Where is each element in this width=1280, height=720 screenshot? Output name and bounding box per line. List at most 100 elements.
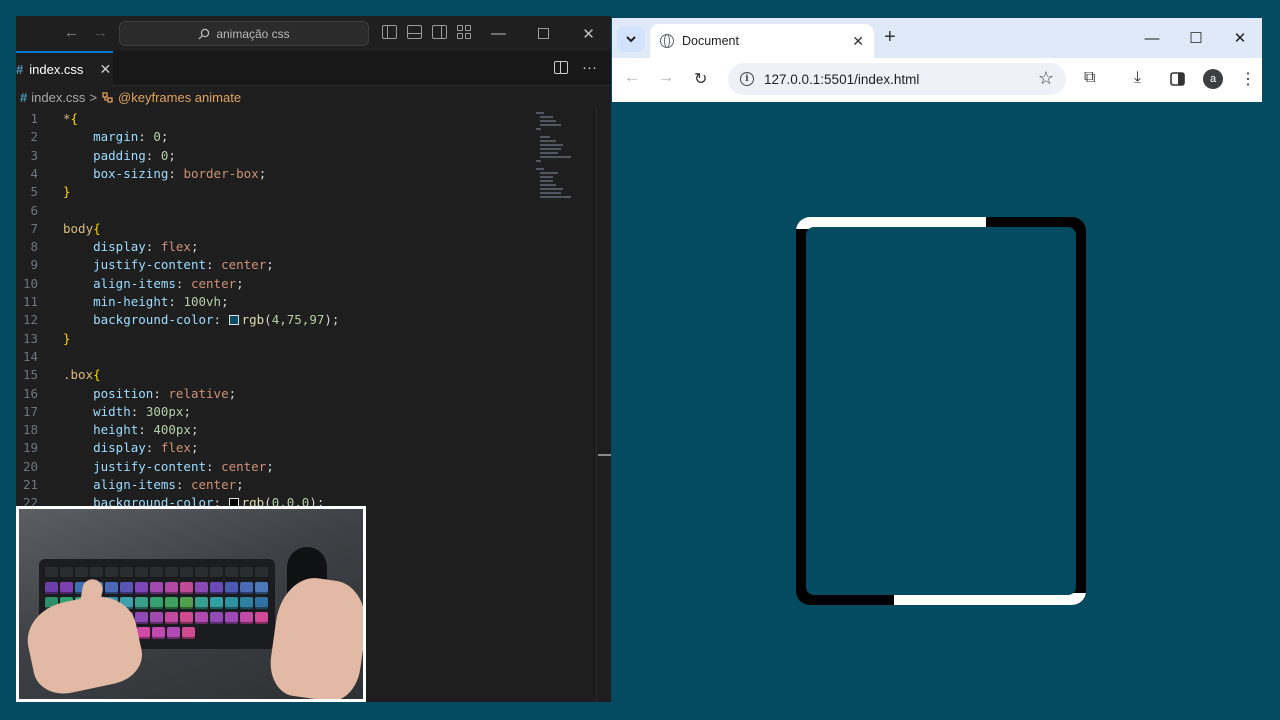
search-icon — [198, 28, 210, 39]
code-line[interactable]: 11 min-height: 100vh; — [16, 293, 536, 311]
toggle-secondary-sidebar-icon[interactable] — [432, 25, 447, 39]
site-info-icon[interactable]: i — [740, 72, 754, 86]
customize-layout-icon[interactable] — [457, 25, 472, 39]
code-line[interactable]: 19 display: flex; — [16, 439, 536, 457]
split-editor-icon[interactable] — [554, 61, 568, 74]
extensions-icon[interactable]: ⧉ — [1084, 69, 1095, 87]
code-token: 300px — [145, 403, 184, 419]
editor-scrollbar[interactable] — [596, 108, 611, 702]
minimap-line — [540, 172, 559, 174]
minimap-line — [540, 176, 553, 178]
code-text: *{ — [63, 110, 78, 128]
line-number: 10 — [22, 275, 38, 291]
tab-index-css[interactable]: # index.css ✕ — [16, 51, 113, 86]
address-bar[interactable]: i 127.0.0.1:5501/index.html ☆ — [728, 63, 1066, 95]
code-text: } — [63, 330, 71, 348]
code-line[interactable]: 12 background-color: rgb(4,75,97); — [16, 311, 536, 329]
code-line[interactable]: 9 justify-content: center; — [16, 256, 536, 274]
code-text: box-sizing: border-box; — [63, 165, 266, 183]
code-token: 400px — [153, 422, 191, 438]
code-text: display: flex; — [63, 439, 199, 457]
code-line[interactable]: 17 width: 300px; — [16, 403, 536, 421]
close-button[interactable]: ✕ — [566, 16, 611, 51]
reload-icon[interactable]: ↻ — [694, 69, 707, 89]
back-arrow-icon[interactable]: ← — [64, 24, 79, 41]
tab-actions: ··· — [554, 59, 597, 76]
breadcrumb: # index.css > @keyframes animate — [16, 86, 611, 108]
code-line[interactable]: 15 .box{ — [16, 366, 536, 384]
toggle-panel-icon[interactable] — [407, 25, 422, 39]
avatar[interactable]: a — [1203, 69, 1223, 89]
line-number: 20 — [22, 458, 38, 474]
tab-search-button[interactable] — [617, 26, 645, 52]
code-line[interactable]: 18 height: 400px; — [16, 421, 536, 439]
code-line[interactable]: 4 box-sizing: border-box; — [16, 165, 536, 183]
code-line[interactable]: 3 padding: 0; — [16, 147, 536, 165]
breadcrumb-symbol[interactable]: @keyframes animate — [118, 90, 241, 105]
editor-tab-bar: # index.css ✕ ··· — [16, 51, 611, 86]
browser-toolbar: ← → ↻ i 127.0.0.1:5501/index.html ☆ ⧉ ⤓ … — [612, 58, 1262, 102]
code-line[interactable]: 6 — [16, 202, 536, 220]
minimize-button[interactable]: — — [1130, 18, 1174, 58]
color-swatch[interactable] — [228, 315, 239, 326]
code-token: rgb — [241, 312, 265, 328]
right-hand-image — [266, 573, 363, 699]
code-token: ; — [236, 275, 244, 291]
layout-controls — [382, 25, 472, 39]
url-text[interactable]: 127.0.0.1:5501/index.html — [764, 72, 919, 87]
bookmark-star-icon[interactable]: ☆ — [1038, 68, 1054, 89]
code-token: body — [63, 220, 94, 236]
command-center-search[interactable]: animação css — [119, 21, 369, 46]
code-line[interactable]: 20 justify-content: center; — [16, 458, 536, 476]
code-line[interactable]: 1 *{ — [16, 110, 536, 128]
forward-arrow-icon[interactable]: → — [93, 24, 108, 41]
tab-close-icon[interactable]: ✕ — [99, 61, 111, 78]
code-line[interactable]: 10 align-items: center; — [16, 275, 536, 293]
code-token: ; — [160, 129, 169, 145]
forward-arrow-icon[interactable]: → — [658, 69, 674, 87]
code-token: : — [138, 422, 154, 438]
code-line[interactable]: 13} — [16, 330, 536, 348]
browser-tab-document[interactable]: Document ✕ — [650, 24, 874, 58]
maximize-button[interactable]: ☐ — [1174, 18, 1218, 58]
close-button[interactable]: ✕ — [1218, 18, 1262, 58]
minimap-line — [540, 156, 572, 158]
browser-menu-icon[interactable]: ⋮ — [1240, 69, 1256, 89]
line-number: 18 — [22, 422, 38, 438]
line-number: 6 — [30, 202, 38, 218]
more-actions-icon[interactable]: ··· — [582, 59, 597, 76]
maximize-button[interactable]: ☐ — [521, 16, 566, 51]
code-line[interactable]: 2 margin: 0; — [16, 128, 536, 146]
toggle-primary-sidebar-icon[interactable] — [382, 25, 397, 39]
code-token: : — [168, 165, 184, 181]
code-line[interactable]: 16 position: relative; — [16, 385, 536, 403]
breadcrumb-file[interactable]: index.css — [31, 90, 85, 105]
code-token: : — [175, 275, 191, 291]
download-icon[interactable]: ⤓ — [1134, 69, 1141, 87]
side-panel-icon[interactable] — [1170, 72, 1185, 86]
code-token: : — [206, 257, 222, 273]
code-line[interactable]: 5} — [16, 183, 536, 201]
minimize-button[interactable]: — — [476, 16, 521, 51]
code-token: justify-content — [93, 257, 206, 273]
code-token: ; — [266, 458, 274, 474]
code-text: .box{ — [63, 366, 101, 384]
tab-close-icon[interactable]: ✕ — [852, 33, 864, 50]
code-token: : — [206, 458, 222, 474]
code-token: ; — [190, 440, 199, 456]
code-token: border-box — [183, 165, 259, 181]
code-line[interactable]: 8 display: flex; — [16, 238, 536, 256]
code-line[interactable]: 7 body{ — [16, 220, 536, 238]
minimap[interactable] — [536, 108, 584, 218]
new-tab-button[interactable]: + — [884, 26, 896, 49]
code-line[interactable]: 14 — [16, 348, 536, 366]
chevron-down-icon — [626, 35, 636, 42]
code-line[interactable]: 21 align-items: center; — [16, 476, 536, 494]
code-area[interactable]: 1 *{2 margin: 0; 3 padding: 0; 4 box-sizing… — [16, 108, 611, 702]
back-arrow-icon[interactable]: ← — [624, 69, 640, 87]
animated-box — [796, 217, 1086, 605]
